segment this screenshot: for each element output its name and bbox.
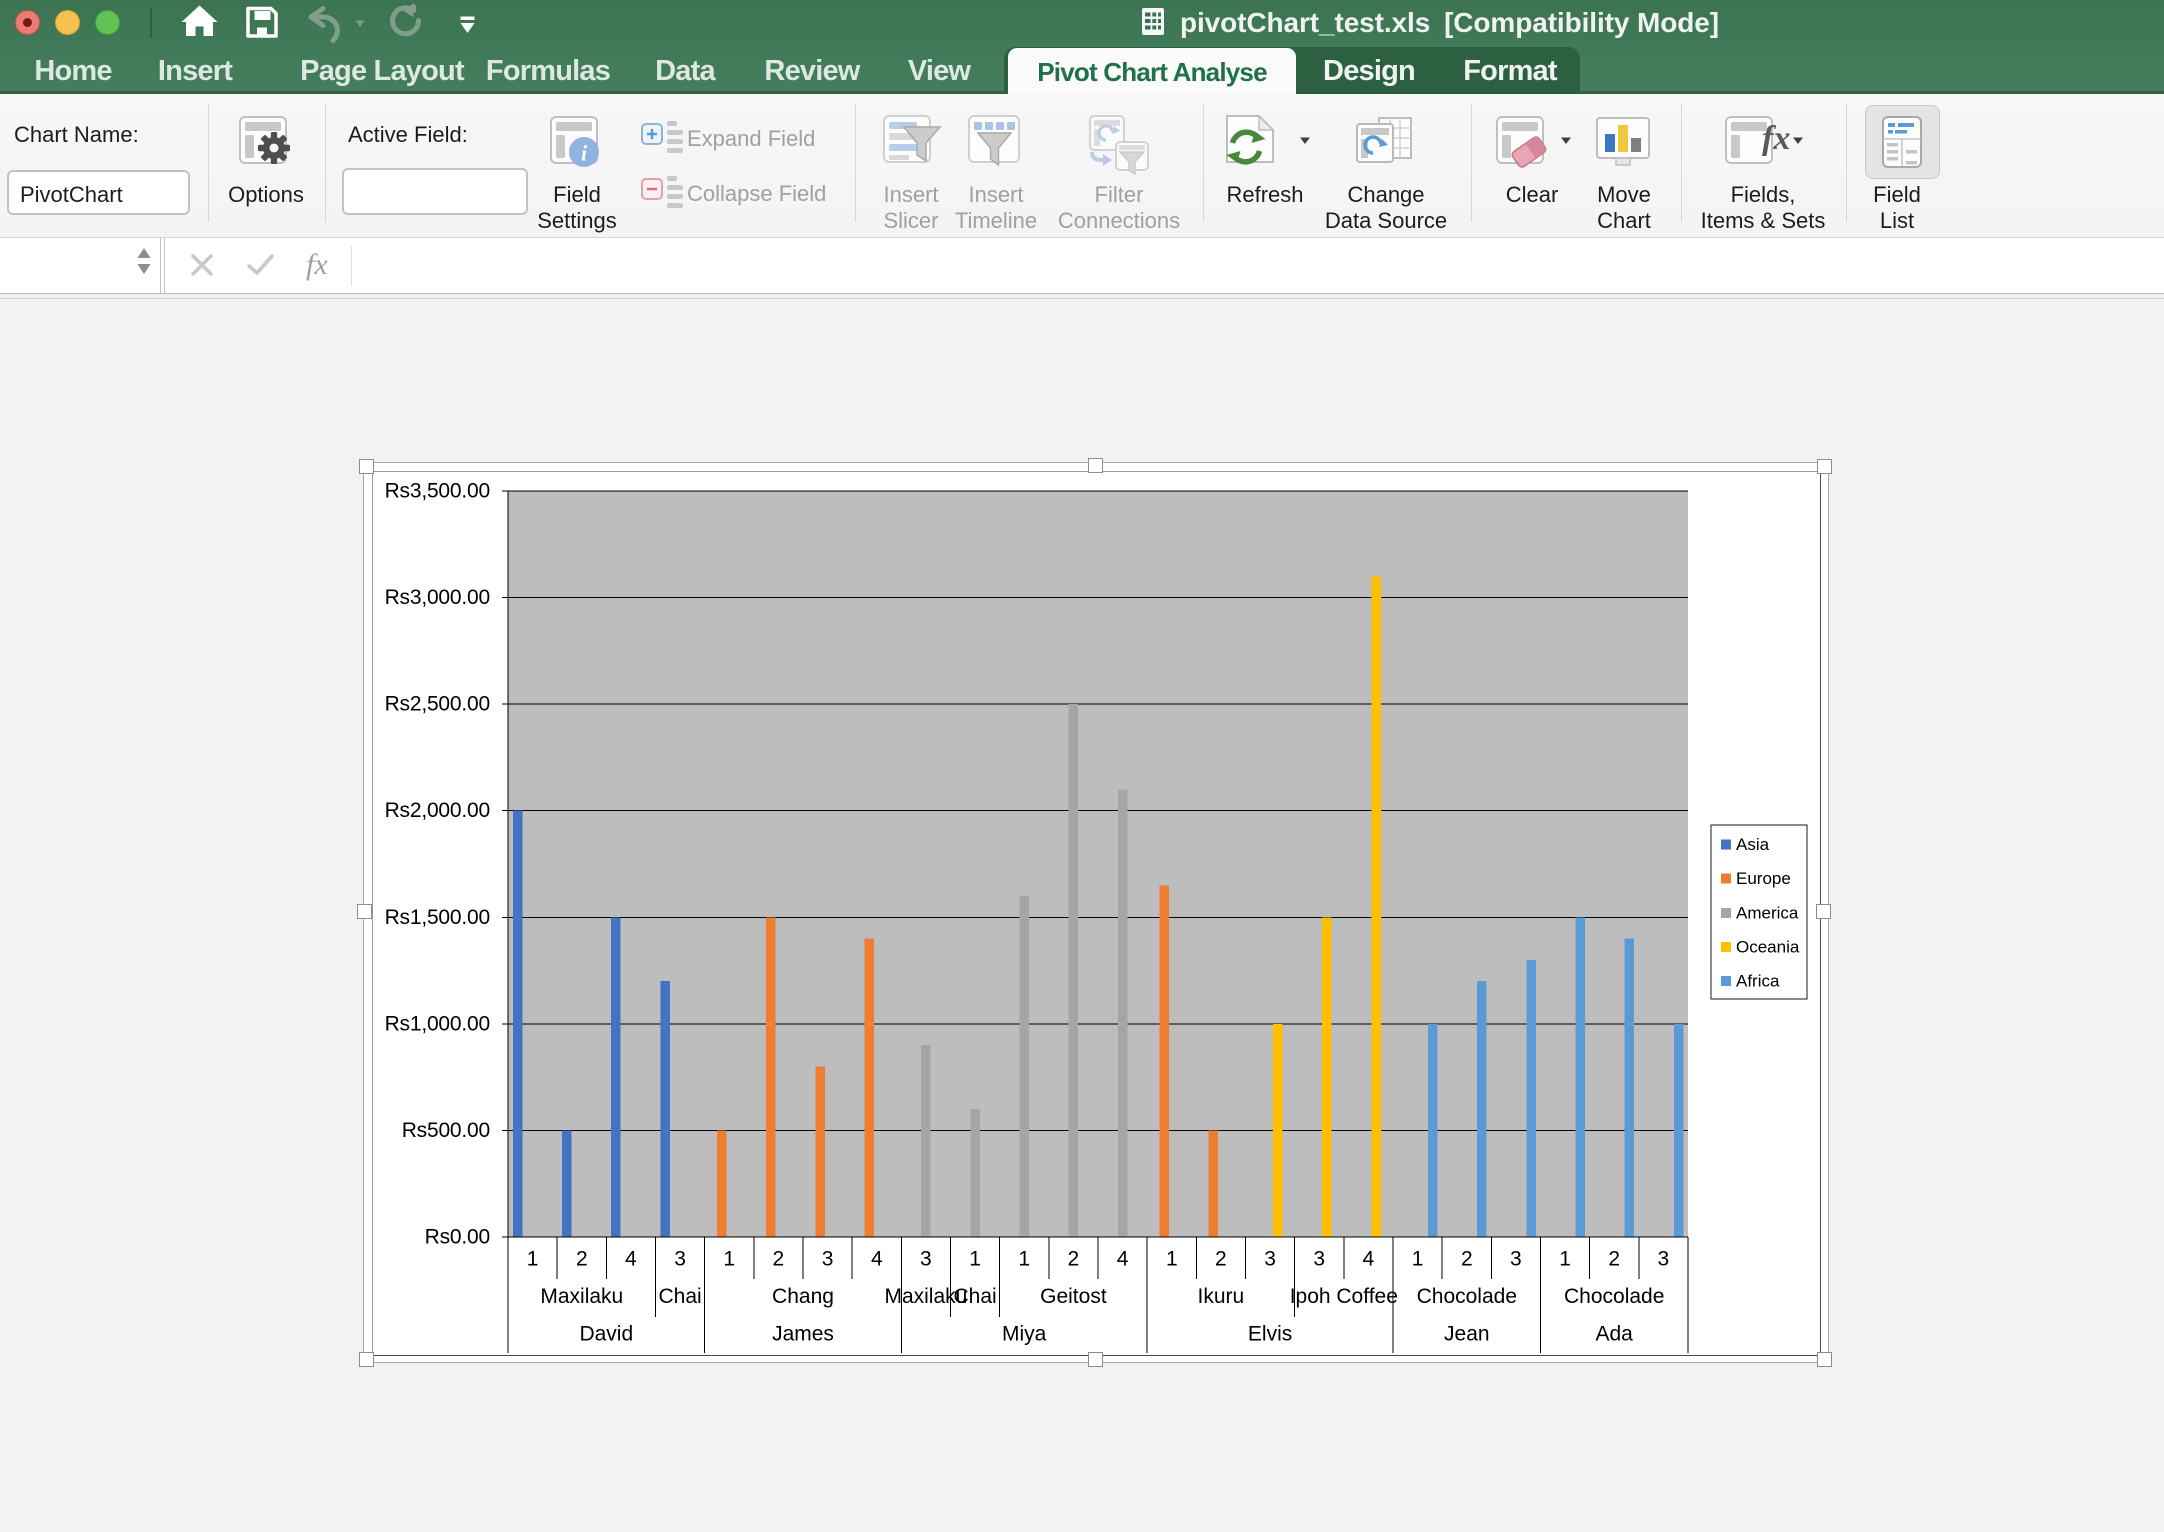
svg-text:David: David xyxy=(579,1323,633,1346)
svg-text:Ipoh Coffee: Ipoh Coffee xyxy=(1290,1285,1398,1308)
svg-text:3: 3 xyxy=(674,1248,686,1271)
svg-text:i: i xyxy=(581,141,588,166)
svg-text:Rs3,000.00: Rs3,000.00 xyxy=(385,586,490,609)
svg-text:4: 4 xyxy=(871,1248,883,1271)
svg-text:Oceania: Oceania xyxy=(1736,938,1800,957)
svg-text:Asia: Asia xyxy=(1736,835,1770,854)
svg-text:Chocolade: Chocolade xyxy=(1417,1285,1517,1308)
svg-text:Ada: Ada xyxy=(1596,1323,1634,1346)
svg-text:3: 3 xyxy=(1510,1248,1522,1271)
svg-text:2: 2 xyxy=(576,1248,588,1271)
svg-text:4: 4 xyxy=(1117,1248,1129,1271)
svg-text:Rs2,500.00: Rs2,500.00 xyxy=(385,693,490,716)
svg-text:America: America xyxy=(1736,903,1799,922)
svg-text:Rs0.00: Rs0.00 xyxy=(425,1226,490,1249)
svg-text:James: James xyxy=(772,1323,834,1346)
svg-text:3: 3 xyxy=(1658,1248,1670,1271)
svg-text:1: 1 xyxy=(723,1248,735,1271)
svg-text:fx: fx xyxy=(1762,120,1790,157)
svg-text:1: 1 xyxy=(1412,1248,1424,1271)
svg-text:4: 4 xyxy=(1363,1248,1375,1271)
svg-text:2: 2 xyxy=(1068,1248,1080,1271)
svg-text:1: 1 xyxy=(527,1248,539,1271)
svg-text:Rs1,500.00: Rs1,500.00 xyxy=(385,906,490,929)
svg-text:Rs2,000.00: Rs2,000.00 xyxy=(385,799,490,822)
svg-text:Geitost: Geitost xyxy=(1040,1285,1107,1308)
svg-text:2: 2 xyxy=(1608,1248,1620,1271)
svg-text:2: 2 xyxy=(1215,1248,1227,1271)
svg-text:fx: fx xyxy=(306,248,328,281)
svg-text:1: 1 xyxy=(969,1248,981,1271)
svg-text:Chocolade: Chocolade xyxy=(1564,1285,1664,1308)
svg-text:Europe: Europe xyxy=(1736,869,1791,888)
svg-text:Rs500.00: Rs500.00 xyxy=(402,1119,490,1142)
svg-text:2: 2 xyxy=(1461,1248,1473,1271)
svg-text:Chai: Chai xyxy=(658,1285,701,1308)
svg-text:Rs3,500.00: Rs3,500.00 xyxy=(385,480,490,503)
svg-text:Rs1,000.00: Rs1,000.00 xyxy=(385,1012,490,1035)
svg-text:1: 1 xyxy=(1559,1248,1571,1271)
svg-text:Chang: Chang xyxy=(772,1285,834,1308)
svg-text:3: 3 xyxy=(1264,1248,1276,1271)
svg-text:2: 2 xyxy=(773,1248,785,1271)
svg-text:3: 3 xyxy=(1313,1248,1325,1271)
svg-text:Ikuru: Ikuru xyxy=(1198,1285,1245,1308)
svg-text:3: 3 xyxy=(822,1248,834,1271)
svg-text:1: 1 xyxy=(1166,1248,1178,1271)
svg-text:Jean: Jean xyxy=(1444,1323,1490,1346)
svg-text:Elvis: Elvis xyxy=(1248,1323,1292,1346)
svg-text:1: 1 xyxy=(1018,1248,1030,1271)
svg-text:Africa: Africa xyxy=(1736,972,1780,991)
svg-text:Chai: Chai xyxy=(953,1285,996,1308)
svg-text:Maxilaku: Maxilaku xyxy=(540,1285,623,1308)
svg-text:Miya: Miya xyxy=(1002,1323,1047,1346)
svg-text:4: 4 xyxy=(625,1248,637,1271)
svg-text:3: 3 xyxy=(920,1248,932,1271)
